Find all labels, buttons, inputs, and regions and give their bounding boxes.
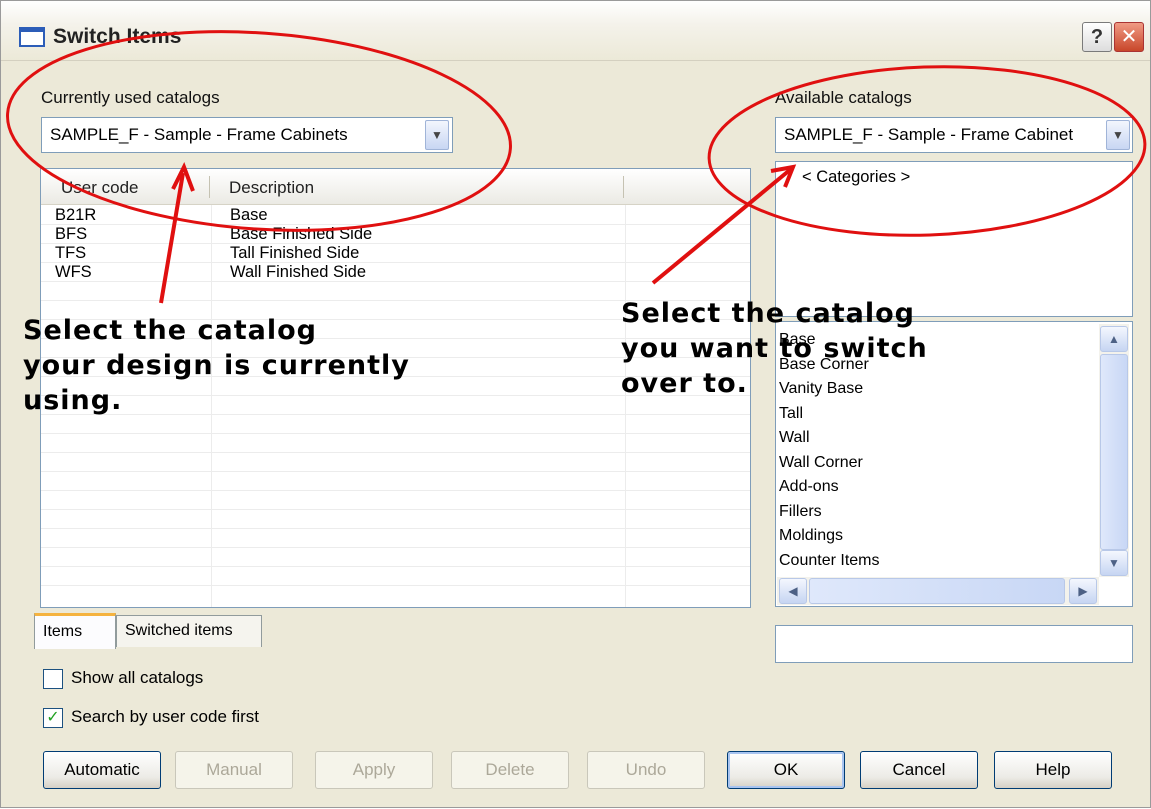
- available-catalogs-label: Available catalogs: [775, 88, 912, 107]
- current-catalog-combo[interactable]: SAMPLE_F - Sample - Frame Cabinets ▼: [41, 117, 453, 153]
- column-description[interactable]: Description: [229, 178, 314, 198]
- show-all-catalogs-checkbox[interactable]: [43, 669, 63, 689]
- row-description: Base Finished Side: [230, 225, 373, 243]
- annotation-left-text: Select the catalog your design is curren…: [23, 315, 410, 416]
- list-item[interactable]: Counter Items: [779, 549, 1099, 574]
- window-title: Switch Items: [53, 25, 182, 48]
- cancel-button-label: Cancel: [892, 760, 946, 779]
- list-item[interactable]: Wall Corner: [779, 451, 1099, 476]
- categories-item[interactable]: < Categories >: [802, 168, 910, 187]
- search-input[interactable]: [775, 625, 1133, 663]
- column-separator: [623, 176, 624, 198]
- cancel-button[interactable]: Cancel: [860, 751, 978, 789]
- current-catalogs-label: Currently used catalogs: [41, 88, 220, 107]
- search-by-user-code-label[interactable]: Search by user code first: [71, 707, 259, 727]
- scroll-right-icon[interactable]: ▶: [1069, 578, 1097, 604]
- row-description: Wall Finished Side: [230, 263, 367, 281]
- row-user-code: BFS: [55, 225, 88, 243]
- show-all-catalogs-label[interactable]: Show all catalogs: [71, 668, 203, 688]
- apply-button-label: Apply: [352, 760, 396, 779]
- table-row: [41, 453, 750, 472]
- manual-button-label: Manual: [206, 760, 262, 779]
- table-row: [41, 434, 750, 453]
- help-title-button[interactable]: ?: [1082, 22, 1112, 52]
- scroll-up-icon[interactable]: ▲: [1100, 326, 1128, 352]
- list-item[interactable]: Tall: [779, 402, 1099, 427]
- undo-button-label: Undo: [625, 760, 667, 779]
- list-item[interactable]: Wall: [779, 426, 1099, 451]
- table-row: [41, 510, 750, 529]
- list-item[interactable]: Add-ons: [779, 475, 1099, 500]
- scroll-thumb-vertical[interactable]: [1100, 354, 1128, 550]
- checkmark-icon: ✓: [46, 709, 60, 726]
- available-catalog-value: SAMPLE_F - Sample - Frame Cabinet: [784, 125, 1074, 144]
- list-item[interactable]: Moldings: [779, 524, 1099, 549]
- row-description: Tall Finished Side: [230, 244, 360, 262]
- help-button[interactable]: Help: [994, 751, 1112, 789]
- table-row: [41, 529, 750, 548]
- chevron-down-icon[interactable]: ▼: [1106, 120, 1130, 150]
- horizontal-scrollbar[interactable]: ◀ ▶: [777, 577, 1099, 605]
- chevron-down-icon[interactable]: ▼: [425, 120, 449, 150]
- tab-switched-items[interactable]: Switched items: [116, 615, 262, 647]
- row-user-code: WFS: [55, 263, 92, 281]
- search-by-user-code-checkbox[interactable]: ✓: [43, 708, 63, 728]
- table-row[interactable]: TFS Tall Finished Side: [41, 244, 750, 263]
- close-button[interactable]: ✕: [1114, 22, 1144, 52]
- table-row: [41, 472, 750, 491]
- switch-items-dialog: Switch Items ? ✕ Currently used catalogs…: [0, 0, 1151, 808]
- automatic-button[interactable]: Automatic: [43, 751, 161, 789]
- ok-button-label: OK: [773, 760, 799, 779]
- row-user-code: TFS: [55, 244, 87, 262]
- row-user-code: B21R: [55, 206, 97, 224]
- list-header: User code Description: [41, 169, 750, 205]
- annotation-right-text: Select the catalog you want to switch ov…: [621, 298, 928, 399]
- manual-button[interactable]: Manual: [175, 751, 293, 789]
- column-separator: [209, 176, 210, 198]
- column-user-code[interactable]: User code: [61, 178, 138, 198]
- list-item[interactable]: Fillers: [779, 500, 1099, 525]
- current-catalog-value: SAMPLE_F - Sample - Frame Cabinets: [50, 125, 348, 144]
- apply-button[interactable]: Apply: [315, 751, 433, 789]
- tab-items[interactable]: Items: [34, 613, 116, 649]
- table-row: [41, 567, 750, 586]
- ok-button[interactable]: OK: [727, 751, 845, 789]
- delete-button[interactable]: Delete: [451, 751, 569, 789]
- scroll-thumb-horizontal[interactable]: [809, 578, 1065, 604]
- window-icon: [19, 27, 45, 47]
- categories-list[interactable]: < Categories >: [775, 161, 1133, 317]
- title-bar: Switch Items ? ✕: [1, 1, 1150, 61]
- table-row[interactable]: BFS Base Finished Side: [41, 225, 750, 244]
- undo-button[interactable]: Undo: [587, 751, 705, 789]
- table-row[interactable]: WFS Wall Finished Side: [41, 263, 750, 282]
- scroll-down-icon[interactable]: ▼: [1100, 550, 1128, 576]
- automatic-button-label: Automatic: [64, 760, 140, 779]
- vertical-scrollbar[interactable]: ▲ ▼: [1099, 324, 1129, 577]
- table-row: [41, 491, 750, 510]
- row-description: Base: [230, 206, 268, 224]
- table-row: [41, 548, 750, 567]
- available-catalog-combo[interactable]: SAMPLE_F - Sample - Frame Cabinet ▼: [775, 117, 1133, 153]
- help-button-label: Help: [1035, 760, 1071, 779]
- delete-button-label: Delete: [485, 760, 535, 779]
- table-row[interactable]: B21R Base: [41, 206, 750, 225]
- scroll-left-icon[interactable]: ◀: [779, 578, 807, 604]
